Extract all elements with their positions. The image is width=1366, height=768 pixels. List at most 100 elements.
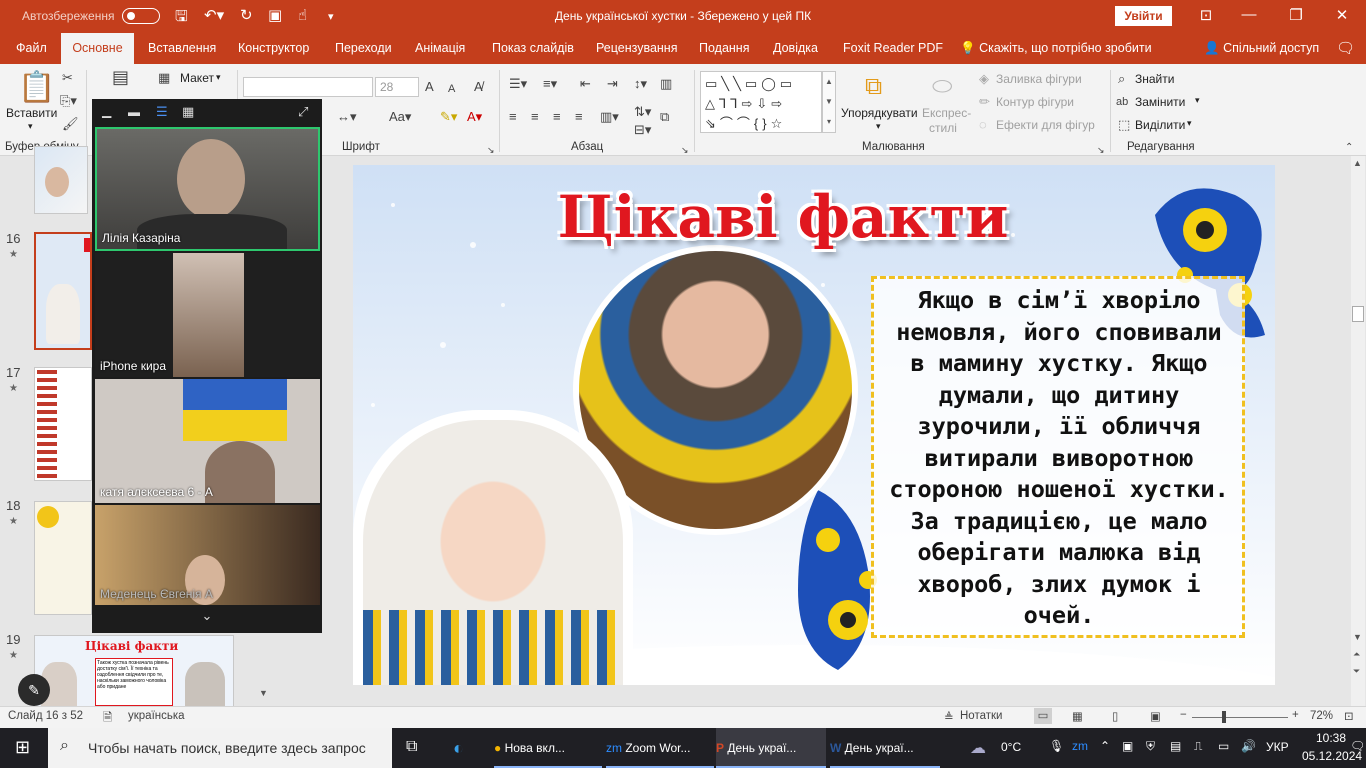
fit-slide-icon[interactable]: ⊡ bbox=[1344, 709, 1354, 723]
maximize-icon[interactable]: ❐ bbox=[1276, 6, 1316, 24]
layout-dropdown-icon[interactable]: ▾ bbox=[216, 72, 221, 83]
scroll-up-icon[interactable]: ▲ bbox=[1353, 158, 1362, 168]
taskbar-app-chrome[interactable]: ● Нова вкл... bbox=[494, 728, 602, 768]
zoom-slider-thumb[interactable] bbox=[1222, 711, 1226, 723]
increase-indent-icon[interactable]: ⇥ bbox=[607, 76, 618, 92]
zoom-level[interactable]: 72% bbox=[1310, 710, 1333, 722]
font-name-input[interactable] bbox=[243, 77, 373, 97]
slide-heading[interactable]: Цікаві факти bbox=[353, 183, 1213, 251]
select-dropdown-icon[interactable]: ▾ bbox=[1187, 118, 1192, 129]
taskbar-app-word[interactable]: W День украї... bbox=[830, 728, 940, 768]
weather-temp[interactable]: 0°C bbox=[1001, 740, 1021, 754]
font-size-input[interactable]: 28 bbox=[375, 77, 419, 97]
expand-icon[interactable]: ⤢ bbox=[298, 104, 308, 120]
zoom-slider[interactable] bbox=[1192, 717, 1288, 718]
reading-view-icon[interactable]: ▯ bbox=[1112, 709, 1118, 723]
tab-review[interactable]: Рецензування bbox=[588, 33, 685, 64]
cut-icon[interactable]: ✂ bbox=[62, 70, 73, 86]
shape-effects-button[interactable]: Ефекти для фігур bbox=[996, 118, 1095, 132]
columns-dropdown-icon[interactable]: ▥▾ bbox=[600, 109, 619, 125]
close-icon[interactable]: ✕ bbox=[1322, 6, 1362, 24]
clock-time[interactable]: 10:38 bbox=[1316, 731, 1346, 745]
tab-design[interactable]: Конструктор bbox=[230, 33, 317, 64]
decrease-font-icon[interactable]: A bbox=[448, 81, 455, 97]
thumbnail-view-icon[interactable]: ▬ bbox=[128, 105, 140, 119]
zoom-tray-icon[interactable]: zm bbox=[1072, 739, 1088, 753]
shape-fill-button[interactable]: Заливка фігури bbox=[996, 72, 1082, 86]
spellcheck-icon[interactable]: 🗎 bbox=[103, 710, 112, 729]
chevron-up-icon[interactable]: ⌃ bbox=[1100, 739, 1110, 753]
change-case-icon[interactable]: Aa▾ bbox=[389, 109, 411, 125]
clear-format-icon[interactable]: A̸ bbox=[474, 79, 483, 95]
shapes-gallery[interactable]: ▭╲╲▭◯▭ △⅂⅂⇨⇩⇨ ⇘⌒⌒{}☆ bbox=[700, 71, 822, 133]
security-icon[interactable]: ⛨ bbox=[1146, 739, 1155, 754]
customize-qa-icon[interactable]: ▾ bbox=[328, 10, 334, 23]
paste-dropdown-icon[interactable]: ▾ bbox=[28, 121, 33, 132]
tab-animations[interactable]: Анімація bbox=[407, 33, 473, 64]
edge-icon[interactable]: ◐ bbox=[453, 738, 464, 759]
normal-view-icon[interactable]: ▭ bbox=[1034, 708, 1052, 724]
paste-icon[interactable]: 📋 bbox=[18, 70, 55, 106]
align-left-icon[interactable]: ≡ bbox=[509, 109, 517, 125]
taskbar-search[interactable]: ⌕ Чтобы начать поиск, введите здесь запр… bbox=[48, 728, 392, 768]
next-slide-icon[interactable]: ⏷ bbox=[1353, 666, 1360, 677]
windows-start-icon[interactable]: ⊞ bbox=[15, 737, 30, 758]
shapes-row-icons[interactable]: ▭╲╲▭◯▭ △⅂⅂⇨⇩⇨ ⇘⌒⌒{}☆ bbox=[705, 74, 796, 134]
scroll-down-icon[interactable]: ▼ bbox=[259, 688, 268, 698]
slide-canvas[interactable]: Цікаві факти Якщо в сім’ї хворіло немовля… bbox=[353, 165, 1275, 685]
prev-slide-icon[interactable]: ⏶ bbox=[1353, 649, 1360, 660]
notes-button[interactable]: Нотатки bbox=[960, 710, 1002, 722]
gallery-view-icon[interactable]: ▦ bbox=[182, 104, 194, 120]
participant-tile[interactable]: Лілія Казаріна bbox=[95, 127, 320, 251]
scroll-thumb[interactable] bbox=[1352, 306, 1364, 322]
weather-icon[interactable]: ☁ bbox=[970, 738, 986, 758]
participant-tile[interactable]: Меденець Євгенія А bbox=[95, 505, 320, 605]
save-icon[interactable]: 🖫 bbox=[175, 6, 188, 31]
smartart-icon[interactable]: ⧉ bbox=[660, 109, 669, 125]
text-direction-icon[interactable]: ⇅▾ bbox=[634, 104, 651, 120]
tab-home[interactable]: Основне bbox=[61, 33, 134, 64]
pen-tool-icon[interactable]: ✎ bbox=[18, 674, 50, 706]
copy-icon[interactable]: ⎘▾ bbox=[60, 93, 77, 109]
participant-tile[interactable]: iPhone кира bbox=[95, 253, 320, 377]
increase-font-icon[interactable]: A bbox=[425, 79, 434, 95]
chevron-down-icon[interactable]: ⌄ bbox=[92, 605, 322, 633]
app-tray-icon[interactable]: ▣ bbox=[1122, 739, 1133, 753]
minimize-icon[interactable]: ▁ bbox=[102, 104, 111, 118]
tab-transitions[interactable]: Переходи bbox=[327, 33, 400, 64]
slide-thumbnail-17[interactable] bbox=[34, 367, 92, 481]
tab-view[interactable]: Подання bbox=[691, 33, 757, 64]
columns-icon[interactable]: ▥ bbox=[660, 76, 672, 92]
tab-file[interactable]: Файл bbox=[8, 33, 55, 64]
monitor-icon[interactable]: ▭ bbox=[1218, 739, 1229, 753]
present-icon[interactable]: ▣ bbox=[268, 6, 282, 24]
shapes-gallery-scroll[interactable]: ▲ ▼ ▾ bbox=[822, 71, 836, 133]
bullets-icon[interactable]: ☰▾ bbox=[509, 76, 527, 92]
signin-button[interactable]: Увійти bbox=[1115, 6, 1172, 26]
paste-button[interactable]: Вставити bbox=[6, 106, 57, 120]
slide-thumbnail-19[interactable]: Цікаві факти Також хустка позначала ріве… bbox=[34, 635, 234, 707]
line-spacing-icon[interactable]: ↕▾ bbox=[634, 76, 647, 92]
taskbar-app-zoom[interactable]: zm Zoom Wor... bbox=[606, 728, 714, 768]
slide-thumbnail-18[interactable] bbox=[34, 501, 92, 615]
layout-button[interactable]: Макет bbox=[180, 71, 214, 85]
char-spacing-icon[interactable]: ↔▾ bbox=[337, 109, 357, 125]
microphone-icon[interactable]: 🎙 bbox=[1049, 739, 1064, 753]
network-icon[interactable]: ⎍ bbox=[1194, 739, 1202, 754]
taskbar-app-powerpoint[interactable]: P День украї... bbox=[716, 728, 826, 768]
volume-icon[interactable]: 🔊 bbox=[1241, 739, 1256, 753]
minimize-icon[interactable]: — bbox=[1229, 6, 1269, 23]
arrange-button[interactable]: Упорядкувати bbox=[841, 106, 918, 120]
arrange-dropdown-icon[interactable]: ▾ bbox=[876, 121, 881, 132]
tab-help[interactable]: Довідка bbox=[765, 33, 826, 64]
undo-icon[interactable]: ↶▾ bbox=[204, 6, 224, 24]
touch-mode-icon[interactable]: ☝ bbox=[298, 6, 307, 24]
select-button[interactable]: Виділити bbox=[1135, 118, 1185, 132]
quick-styles-label-2[interactable]: стилі bbox=[929, 121, 957, 135]
redo-icon[interactable]: ↻ bbox=[240, 6, 253, 24]
task-view-icon[interactable]: ⧉ bbox=[406, 738, 417, 756]
new-slide-icon[interactable]: ▤ bbox=[112, 68, 129, 86]
highlight-icon[interactable]: ✎▾ bbox=[440, 109, 457, 125]
replace-dropdown-icon[interactable]: ▾ bbox=[1195, 95, 1200, 106]
tab-insert[interactable]: Вставлення bbox=[140, 33, 224, 64]
